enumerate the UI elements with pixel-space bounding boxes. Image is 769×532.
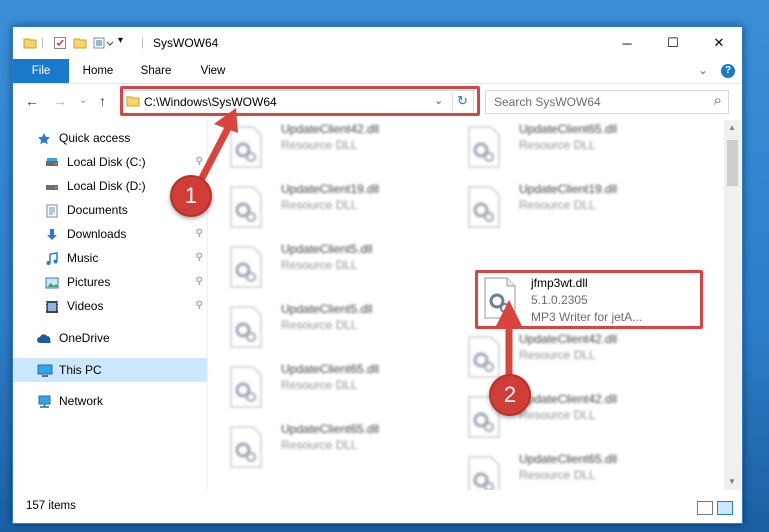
callout-2-arrowhead — [496, 300, 522, 326]
callout-arrows — [198, 108, 522, 382]
callout-2-badge: 2 — [489, 374, 531, 416]
callout-1-arrow-shaft — [198, 124, 232, 182]
callout-1-badge: 1 — [170, 175, 212, 217]
